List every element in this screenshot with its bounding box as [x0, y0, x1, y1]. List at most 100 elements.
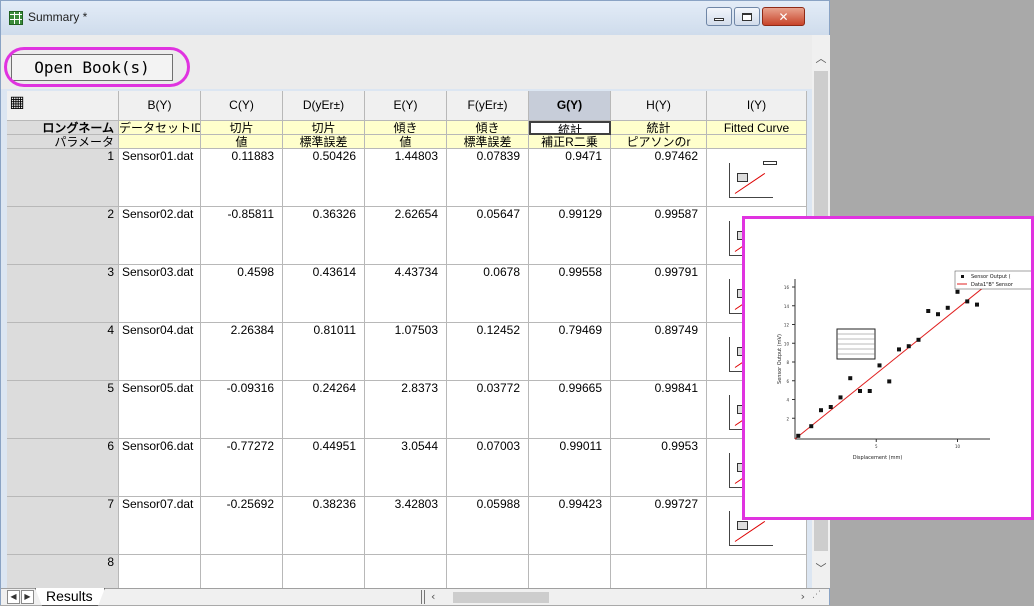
- row-number[interactable]: 3: [7, 265, 119, 323]
- table-cell[interactable]: Sensor02.dat: [119, 207, 201, 265]
- scroll-right-icon[interactable]: ›: [801, 590, 805, 603]
- column-header[interactable]: H(Y): [611, 91, 707, 121]
- table-cell[interactable]: 0.9953: [611, 439, 707, 497]
- table-cell[interactable]: Sensor06.dat: [119, 439, 201, 497]
- table-cell[interactable]: 0.03772: [447, 381, 529, 439]
- sheet-tab-results[interactable]: Results: [35, 588, 105, 606]
- long-name-cell[interactable]: 統計: [529, 121, 611, 135]
- table-cell[interactable]: 0.44951: [283, 439, 365, 497]
- scroll-up-icon[interactable]: ︿: [812, 50, 830, 67]
- parameter-cell[interactable]: 値: [365, 135, 447, 149]
- select-all-corner[interactable]: ▦: [7, 91, 119, 121]
- table-cell[interactable]: 0.05647: [447, 207, 529, 265]
- table-cell[interactable]: Sensor05.dat: [119, 381, 201, 439]
- table-cell[interactable]: 2.26384: [201, 323, 283, 381]
- table-cell[interactable]: 2.8373: [365, 381, 447, 439]
- table-cell[interactable]: 0.05988: [447, 497, 529, 555]
- table-cell[interactable]: 0.97462: [611, 149, 707, 207]
- table-cell[interactable]: Sensor07.dat: [119, 497, 201, 555]
- column-header[interactable]: D(yEr±): [283, 91, 365, 121]
- long-name-cell[interactable]: 統計: [611, 121, 707, 135]
- table-cell[interactable]: 0.0678: [447, 265, 529, 323]
- parameter-cell[interactable]: [119, 135, 201, 149]
- column-header[interactable]: E(Y): [365, 91, 447, 121]
- table-cell[interactable]: Sensor04.dat: [119, 323, 201, 381]
- table-cell[interactable]: -0.09316: [201, 381, 283, 439]
- row-number[interactable]: 2: [7, 207, 119, 265]
- table-cell[interactable]: Sensor01.dat: [119, 149, 201, 207]
- row-number[interactable]: 1: [7, 149, 119, 207]
- scroll-left-icon[interactable]: ‹: [431, 590, 435, 603]
- table-cell[interactable]: [611, 555, 707, 588]
- fitted-curve-thumbnail[interactable]: [725, 159, 777, 201]
- long-name-cell[interactable]: Fitted Curve: [707, 121, 807, 135]
- long-name-cell[interactable]: 傾き: [447, 121, 529, 135]
- column-header[interactable]: G(Y): [529, 91, 611, 121]
- table-cell[interactable]: 0.99727: [611, 497, 707, 555]
- long-name-cell[interactable]: データセットID: [119, 121, 201, 135]
- tab-prev-icon[interactable]: ◀: [7, 590, 20, 604]
- minimize-button[interactable]: [706, 7, 732, 26]
- table-cell[interactable]: 0.24264: [283, 381, 365, 439]
- parameter-row-label[interactable]: パラメータ: [7, 135, 119, 149]
- table-cell[interactable]: 0.11883: [201, 149, 283, 207]
- table-cell[interactable]: 0.99011: [529, 439, 611, 497]
- table-cell[interactable]: 0.81011: [283, 323, 365, 381]
- parameter-cell[interactable]: 補正R二乗: [529, 135, 611, 149]
- table-cell[interactable]: [119, 555, 201, 588]
- column-header[interactable]: B(Y): [119, 91, 201, 121]
- table-cell[interactable]: -0.25692: [201, 497, 283, 555]
- long-name-cell[interactable]: 切片: [283, 121, 365, 135]
- table-cell[interactable]: 0.99587: [611, 207, 707, 265]
- table-cell[interactable]: Sensor03.dat: [119, 265, 201, 323]
- hscroll-thumb[interactable]: [453, 592, 549, 603]
- title-bar[interactable]: Summary * ✕: [1, 1, 829, 35]
- table-cell[interactable]: 0.99791: [611, 265, 707, 323]
- column-header[interactable]: C(Y): [201, 91, 283, 121]
- row-number[interactable]: 5: [7, 381, 119, 439]
- table-cell[interactable]: 2.62654: [365, 207, 447, 265]
- fitted-curve-cell[interactable]: [707, 555, 807, 588]
- maximize-button[interactable]: [734, 7, 760, 26]
- table-cell[interactable]: [283, 555, 365, 588]
- table-cell[interactable]: -0.77272: [201, 439, 283, 497]
- table-cell[interactable]: 3.42803: [365, 497, 447, 555]
- table-cell[interactable]: [447, 555, 529, 588]
- table-cell[interactable]: 0.36326: [283, 207, 365, 265]
- row-number[interactable]: 7: [7, 497, 119, 555]
- table-cell[interactable]: [201, 555, 283, 588]
- fitted-curve-cell[interactable]: [707, 149, 807, 207]
- table-cell[interactable]: 0.99841: [611, 381, 707, 439]
- scroll-down-icon[interactable]: ﹀: [812, 560, 830, 577]
- table-cell[interactable]: [529, 555, 611, 588]
- parameter-cell[interactable]: [707, 135, 807, 149]
- table-cell[interactable]: 0.9471: [529, 149, 611, 207]
- tab-next-icon[interactable]: ▶: [21, 590, 34, 604]
- parameter-cell[interactable]: 標準誤差: [447, 135, 529, 149]
- column-header[interactable]: I(Y): [707, 91, 807, 121]
- table-cell[interactable]: 0.99423: [529, 497, 611, 555]
- column-header[interactable]: F(yEr±): [447, 91, 529, 121]
- table-cell[interactable]: 0.89749: [611, 323, 707, 381]
- long-name-cell[interactable]: 切片: [201, 121, 283, 135]
- table-cell[interactable]: 0.99129: [529, 207, 611, 265]
- table-cell[interactable]: 4.43734: [365, 265, 447, 323]
- table-cell[interactable]: 3.0544: [365, 439, 447, 497]
- close-button[interactable]: ✕: [762, 7, 805, 26]
- table-cell[interactable]: 1.07503: [365, 323, 447, 381]
- table-cell[interactable]: 0.50426: [283, 149, 365, 207]
- row-number[interactable]: 6: [7, 439, 119, 497]
- long-name-cell[interactable]: 傾き: [365, 121, 447, 135]
- split-handle[interactable]: [421, 590, 425, 604]
- table-cell[interactable]: -0.85811: [201, 207, 283, 265]
- table-cell[interactable]: 0.38236: [283, 497, 365, 555]
- parameter-cell[interactable]: 標準誤差: [283, 135, 365, 149]
- resize-grip-icon[interactable]: ⋰: [812, 590, 826, 604]
- table-cell[interactable]: [365, 555, 447, 588]
- row-number[interactable]: 8: [7, 555, 119, 588]
- parameter-cell[interactable]: 値: [201, 135, 283, 149]
- table-cell[interactable]: 0.07839: [447, 149, 529, 207]
- table-cell[interactable]: 0.4598: [201, 265, 283, 323]
- long-name-row-label[interactable]: ロングネーム: [7, 121, 119, 135]
- parameter-cell[interactable]: ピアソンのr: [611, 135, 707, 149]
